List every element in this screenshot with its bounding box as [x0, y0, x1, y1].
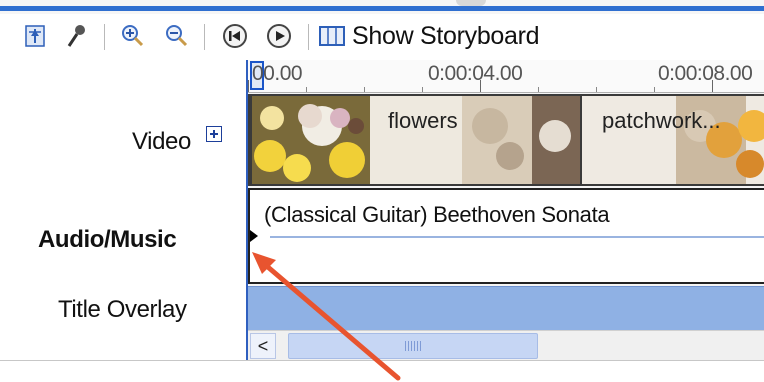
track-labels-panel: Video Audio/Music Title Overlay [0, 60, 246, 360]
window-top-border [0, 0, 764, 14]
time-ruler[interactable]: 00.00 0:00:04.00 0:00:08.00 [248, 60, 764, 93]
ruler-label: 0:00:04.00 [428, 62, 523, 85]
clip-title-flowers: flowers [388, 108, 458, 133]
panel-grip[interactable] [456, 0, 486, 6]
title-overlay-track-label: Title Overlay [58, 296, 187, 323]
audio-music-track-label: Audio/Music [38, 226, 177, 253]
audio-music-track: (Classical Guitar) Beethoven Sonata [248, 188, 764, 284]
storyboard-icon [319, 26, 345, 46]
rewind-button[interactable] [222, 22, 248, 50]
show-storyboard-button[interactable]: Show Storyboard [318, 20, 540, 52]
ruler-tick [364, 87, 365, 92]
video-clip-thumbnail[interactable] [252, 96, 370, 184]
ruler-tick [480, 80, 481, 92]
ruler-tick [654, 87, 655, 92]
timeline-horizontal-scrollbar[interactable]: < [248, 330, 764, 361]
timeline-toolbar: Show Storyboard [0, 14, 764, 60]
audio-clip-title: (Classical Guitar) Beethoven Sonata [264, 202, 610, 227]
show-storyboard-label: Show Storyboard [352, 21, 540, 50]
audio-start-marker [250, 230, 258, 242]
ruler-tick [306, 87, 307, 92]
expand-icon [210, 130, 218, 138]
narrate-timeline-icon [25, 25, 45, 47]
play-button[interactable] [266, 22, 292, 50]
ruler-label: 0:00:08.00 [658, 62, 753, 85]
zoom-out-icon [166, 25, 188, 47]
zoom-in-button[interactable] [120, 22, 146, 50]
set-audio-levels-icon [67, 25, 85, 47]
rewind-icon [223, 24, 247, 48]
audio-levels-button[interactable] [64, 22, 90, 50]
clip-title-patchwork: patchwork... [602, 108, 721, 133]
scroll-left-button[interactable]: < [250, 333, 276, 359]
video-track-label: Video [132, 128, 191, 155]
ruler-tick [596, 87, 597, 92]
ruler-tick [712, 80, 713, 92]
timeline-area: 00.00 0:00:04.00 0:00:08.00 flowers patc… [246, 60, 764, 361]
status-strip [0, 360, 764, 382]
video-track: flowers patchwork... [248, 94, 764, 186]
ruler-label: 00.00 [252, 62, 303, 85]
narrate-timeline-button[interactable] [22, 22, 48, 50]
zoom-in-icon [122, 25, 144, 47]
play-icon [267, 24, 291, 48]
ruler-tick [538, 87, 539, 92]
flower-thumbnail-image [252, 96, 370, 184]
title-bar-strip [0, 6, 764, 11]
toolbar-separator [308, 24, 309, 50]
zoom-out-button[interactable] [164, 22, 190, 50]
video-clip-patchwork[interactable]: patchwork... [582, 96, 764, 184]
ruler-tick [422, 87, 423, 92]
video-clip-flowers[interactable]: flowers [370, 96, 580, 184]
toolbar-separator [204, 24, 205, 50]
toolbar-separator [104, 24, 105, 50]
title-overlay-track[interactable] [248, 286, 764, 331]
audio-volume-line[interactable] [270, 236, 764, 238]
scrollbar-grip [405, 341, 421, 351]
ruler-tick [248, 80, 249, 92]
scrollbar-thumb[interactable] [288, 333, 538, 359]
expand-video-button[interactable] [206, 126, 222, 142]
